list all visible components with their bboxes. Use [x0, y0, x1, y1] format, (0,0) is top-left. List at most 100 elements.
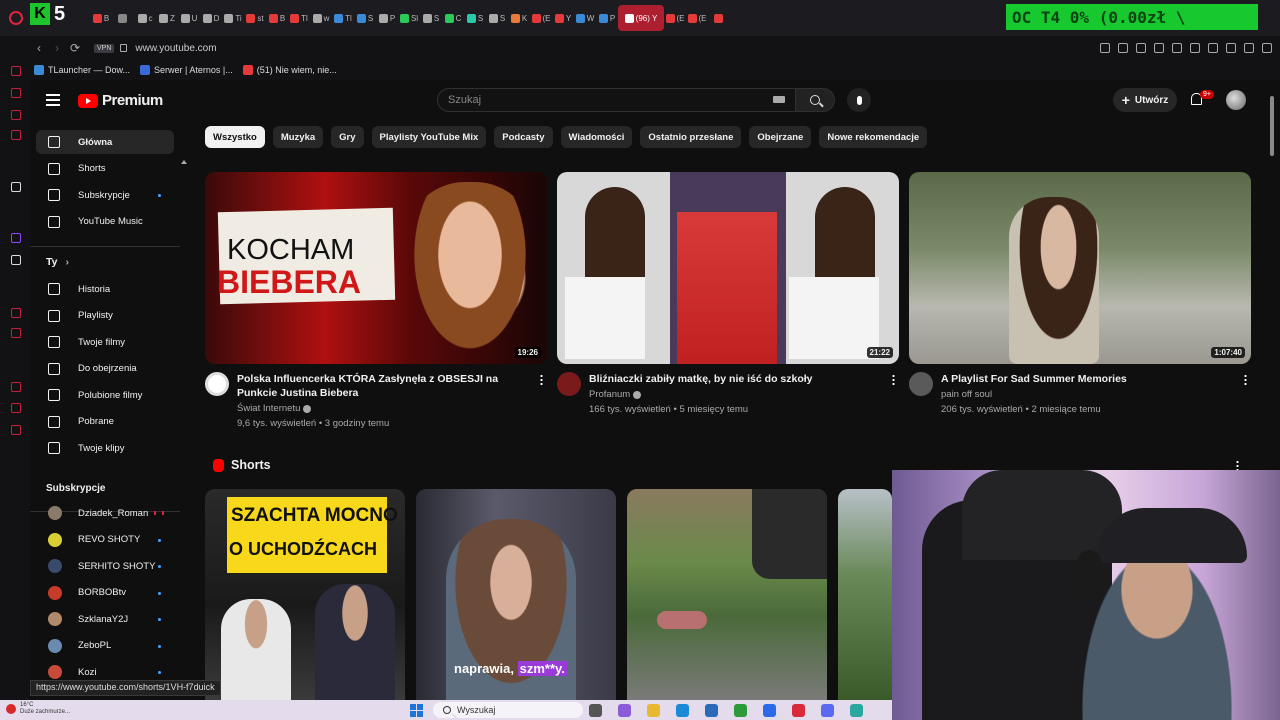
sidebar-item-your-videos[interactable]: Twoje filmy — [36, 330, 174, 354]
channel-avatar[interactable] — [557, 372, 581, 396]
browser-tab[interactable] — [112, 5, 134, 31]
heart-icon[interactable] — [1190, 43, 1200, 53]
game-icon[interactable] — [850, 704, 863, 717]
channel-avatar[interactable] — [205, 372, 229, 396]
aria-icon[interactable] — [11, 88, 21, 98]
filter-chip[interactable]: Ostatnio przesłane — [640, 126, 742, 148]
subscription-item[interactable]: SzklanaY2J — [36, 607, 174, 631]
sidebar-item-główna[interactable]: Główna — [36, 130, 174, 154]
sidebar-item-clips[interactable]: Twoje klipy — [36, 436, 174, 460]
browser-tab[interactable]: w — [310, 5, 332, 31]
pinboard-icon[interactable] — [11, 308, 21, 318]
player-side-icon[interactable] — [11, 182, 21, 192]
voice-search-button[interactable] — [847, 88, 871, 112]
lock-icon[interactable] — [120, 44, 128, 52]
short-card[interactable]: naprawia, szm**y. — [416, 489, 616, 700]
sidebar-item-liked[interactable]: Polubione filmy — [36, 383, 174, 407]
short-card[interactable] — [627, 489, 827, 700]
video-thumbnail[interactable]: 1:07:40 — [909, 172, 1251, 364]
more-options-icon[interactable] — [540, 374, 543, 385]
opera-icon[interactable] — [792, 704, 805, 717]
browser-tab[interactable]: B — [90, 5, 112, 31]
x-icon[interactable] — [11, 255, 21, 265]
subscription-item[interactable]: ZeboPL — [36, 634, 174, 658]
settings-side-icon[interactable] — [11, 425, 21, 435]
url-field[interactable]: www.youtube.com — [135, 43, 216, 54]
edge-icon[interactable] — [676, 704, 689, 717]
browser-tab[interactable]: c — [134, 5, 156, 31]
download-icon[interactable] — [1244, 43, 1254, 53]
more-options-icon[interactable] — [892, 374, 895, 385]
bookmark-item[interactable]: TLauncher — Dow... — [34, 65, 130, 75]
filter-chip[interactable]: Nowe rekomendacje — [819, 126, 928, 148]
browser-tab[interactable]: Tl — [332, 5, 354, 31]
video-channel-name[interactable]: pain off soul — [941, 389, 992, 400]
discord-icon[interactable] — [821, 704, 834, 717]
browser-tab[interactable]: B — [266, 5, 288, 31]
sidebar-item-playlists[interactable]: Playlisty — [36, 304, 174, 328]
filter-chip[interactable]: Obejrzane — [749, 126, 812, 148]
video-title[interactable]: A Playlist For Sad Summer Memories — [941, 372, 1233, 386]
store-icon[interactable] — [705, 704, 718, 717]
browser-tab[interactable]: P — [596, 5, 618, 31]
browser-tab[interactable]: C — [442, 5, 464, 31]
browser-tab[interactable]: Z — [156, 5, 178, 31]
browser-tab[interactable]: Ti — [222, 5, 244, 31]
copilot-icon[interactable] — [618, 704, 631, 717]
video-thumbnail[interactable]: 21:22 — [557, 172, 899, 364]
browser-tab[interactable]: W — [574, 5, 596, 31]
you-section-heading[interactable]: Ty › — [46, 256, 69, 268]
browser-tab[interactable]: U — [178, 5, 200, 31]
browser-tab[interactable]: S — [486, 5, 508, 31]
shield-icon[interactable] — [1136, 43, 1146, 53]
account-avatar[interactable] — [1226, 90, 1246, 110]
video-card[interactable]: KOCHAM BIEBERA 19:26 Polska Influencerka… — [205, 172, 547, 432]
short-card[interactable]: SZACHTA MOCNO O UCHODŹCACH — [205, 489, 405, 700]
filter-chip[interactable]: Wszystko — [205, 126, 265, 148]
bookmark-item[interactable]: Serwer | Aternos |... — [140, 65, 233, 75]
browser-tab[interactable]: P — [376, 5, 398, 31]
subscription-item[interactable]: BORBOBtv — [36, 581, 174, 605]
scrollbar-thumb[interactable] — [1270, 96, 1274, 156]
keyboard-icon[interactable] — [773, 96, 785, 103]
forward-icon[interactable]: › — [48, 41, 66, 55]
filter-chip[interactable]: Playlisty YouTube Mix — [371, 126, 487, 148]
video-card[interactable]: 21:22 Bliźniaczki zabiły matkę, by nie i… — [557, 172, 899, 432]
filter-chip[interactable]: Gry — [331, 126, 364, 148]
video-title[interactable]: Polska Influencerka KTÓRA Zasłynęła z OB… — [237, 372, 529, 400]
sidebar-item-subskrypcje[interactable]: Subskrypcje — [36, 183, 174, 207]
sidebar-item-watch-later[interactable]: Do obejrzenia — [36, 357, 174, 381]
video-channel-name[interactable]: Świat Internetu — [237, 403, 312, 414]
browser-tab[interactable]: S — [354, 5, 376, 31]
explorer-icon[interactable] — [647, 704, 660, 717]
menu-icon[interactable] — [1262, 43, 1272, 53]
channel-avatar[interactable] — [909, 372, 933, 396]
browser-tab[interactable]: st — [244, 5, 266, 31]
browser-tab[interactable] — [708, 5, 730, 31]
subscription-item[interactable]: Dziadek_Roman — [36, 501, 174, 525]
extensions-icon[interactable] — [1208, 43, 1218, 53]
sidebar-item-download[interactable]: Pobrane — [36, 410, 174, 434]
vpn-badge[interactable]: VPN — [94, 43, 115, 53]
twitch-icon[interactable] — [11, 233, 21, 243]
downloads-side-icon[interactable] — [11, 403, 21, 413]
browser-tab[interactable]: K — [508, 5, 530, 31]
browser-tab[interactable]: S — [420, 5, 442, 31]
history-side-icon[interactable] — [11, 382, 21, 392]
browser-tab-active[interactable]: (96) Y — [618, 5, 664, 31]
messenger-icon[interactable] — [11, 110, 21, 120]
youtube-premium-logo[interactable]: Premium — [78, 92, 163, 109]
sidebar-item-youtube-music[interactable]: YouTube Music — [36, 210, 174, 234]
reload-icon[interactable]: ⟳ — [66, 41, 84, 55]
sidebar-item-shorts[interactable]: Shorts — [36, 157, 174, 181]
bookmark-item[interactable]: (51) Nie wiem, nie... — [242, 65, 337, 75]
app-icon[interactable] — [763, 704, 776, 717]
browser-tab[interactable]: (E — [686, 5, 708, 31]
browser-tab[interactable]: (E — [664, 5, 686, 31]
browser-tab[interactable]: Y — [552, 5, 574, 31]
video-card[interactable]: 1:07:40 A Playlist For Sad Summer Memori… — [909, 172, 1251, 432]
cube-icon[interactable] — [1226, 43, 1236, 53]
video-channel-name[interactable]: Profanum — [589, 389, 642, 400]
player-icon[interactable] — [1172, 43, 1182, 53]
subscription-item[interactable]: SERHITO SHOTY — [36, 554, 174, 578]
